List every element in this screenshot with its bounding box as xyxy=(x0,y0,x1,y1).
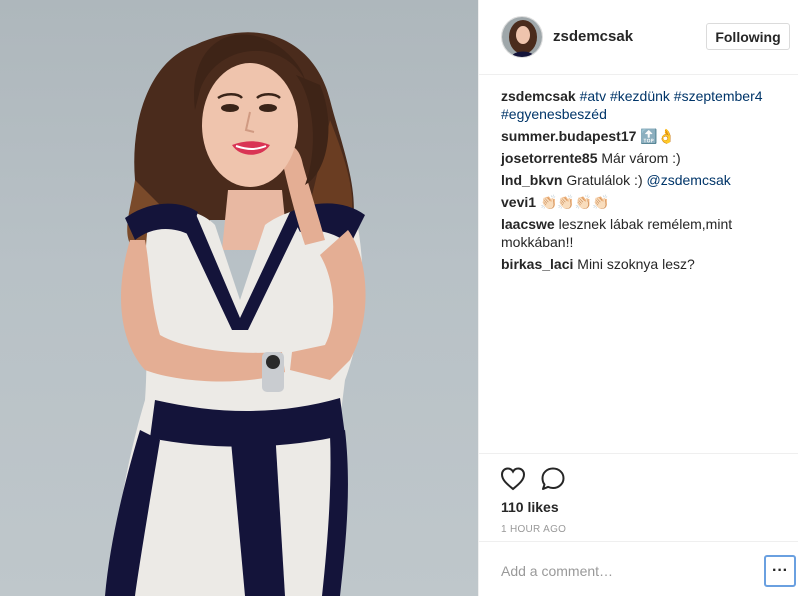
hashtag-egyenesbeszed[interactable]: #egyenesbeszéd xyxy=(501,106,607,122)
list-item: birkas_laci Mini szoknya lesz? xyxy=(501,255,791,273)
post-timestamp[interactable]: 1 HOUR AGO xyxy=(501,524,566,535)
comment-text: Mini szoknya lesz? xyxy=(577,256,695,272)
likes-count[interactable]: 110 likes xyxy=(501,499,559,515)
comments-list: zsdemcsak #atv #kezdünk #szeptember4 #eg… xyxy=(501,87,791,277)
following-button[interactable]: Following xyxy=(706,23,790,50)
author-avatar[interactable] xyxy=(501,16,543,58)
list-item: josetorrente85 Már várom :) xyxy=(501,149,791,167)
hashtag-kezdunk[interactable]: #kezdünk xyxy=(610,88,670,104)
list-item: lnd_bkvn Gratulálok :) @zsdemcsak xyxy=(501,171,791,189)
comment-user[interactable]: birkas_laci xyxy=(501,256,573,272)
more-options-icon[interactable]: ··· xyxy=(764,555,796,587)
mention-link[interactable]: @zsdemcsak xyxy=(647,172,731,188)
comment-icon[interactable] xyxy=(539,465,567,493)
hashtag-atv[interactable]: #atv xyxy=(580,88,606,104)
post-header: zsdemcsak Following xyxy=(479,0,798,75)
heart-icon[interactable] xyxy=(499,465,527,493)
comment-user[interactable]: laacswe xyxy=(501,216,555,232)
comment-user[interactable]: lnd_bkvn xyxy=(501,172,562,188)
comment-text: Gratulálok :) xyxy=(566,172,647,188)
list-item: laacswe lesznek lábak remélem,mint mokká… xyxy=(501,215,791,251)
hashtag-szeptember4[interactable]: #szeptember4 xyxy=(674,88,763,104)
comment-text: Már várom :) xyxy=(601,150,681,166)
list-item: summer.budapest17 🔝👌 xyxy=(501,127,791,145)
caption-user[interactable]: zsdemcsak xyxy=(501,88,576,104)
comment-input[interactable] xyxy=(501,560,721,582)
comment-user[interactable]: josetorrente85 xyxy=(501,150,597,166)
comment-user[interactable]: summer.budapest17 xyxy=(501,128,636,144)
photo-illustration xyxy=(105,32,366,596)
instagram-post: zsdemcsak Following zsdemcsak #atv #kezd… xyxy=(0,0,798,596)
comment-text: 👏🏻👏🏻👏🏻👏🏻 xyxy=(539,194,610,210)
comment-text: 🔝👌 xyxy=(640,128,676,144)
post-side-panel: zsdemcsak Following zsdemcsak #atv #kezd… xyxy=(478,0,798,596)
comment-user[interactable]: vevi1 xyxy=(501,194,536,210)
post-photo[interactable] xyxy=(0,0,478,596)
author-username[interactable]: zsdemcsak xyxy=(553,28,633,45)
caption: zsdemcsak #atv #kezdünk #szeptember4 #eg… xyxy=(501,87,791,123)
comment-bar: ··· xyxy=(479,541,798,596)
list-item: vevi1 👏🏻👏🏻👏🏻👏🏻 xyxy=(501,193,791,211)
post-actions: 110 likes 1 HOUR AGO xyxy=(479,453,798,543)
